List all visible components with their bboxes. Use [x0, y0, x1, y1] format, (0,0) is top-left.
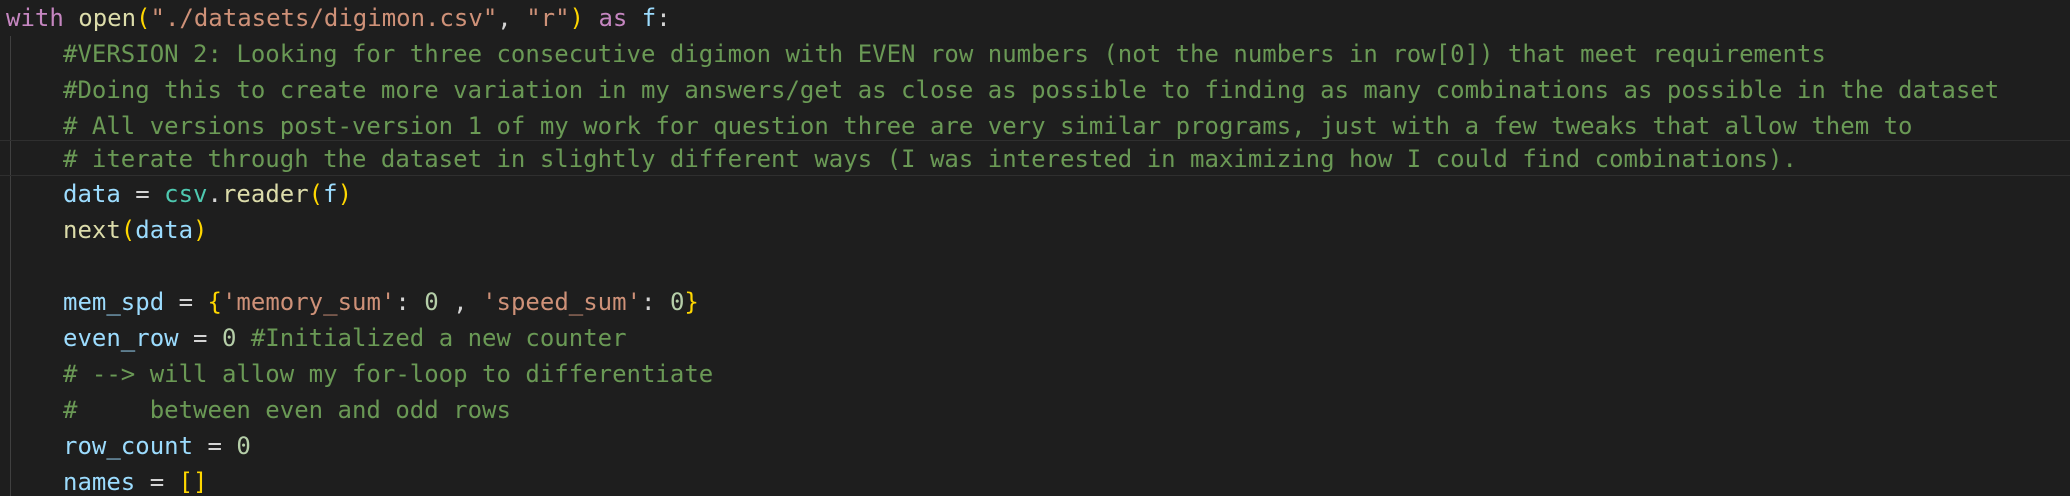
code-line-1[interactable]: with open("./datasets/digimon.csv", "r")… — [0, 0, 2070, 36]
colon: : — [395, 288, 425, 316]
code-line-6-content: data = csv.reader(f) — [63, 176, 352, 212]
comment-all-versions: # All versions post-version 1 of my work… — [63, 112, 1913, 140]
code-line-14[interactable]: names = [] — [0, 464, 2070, 496]
assign-operator: = — [164, 288, 208, 316]
code-line-7-content: next(data) — [63, 212, 208, 248]
paren-open: ( — [120, 216, 136, 244]
number-zero: 0 — [424, 288, 439, 316]
brackets-empty-list: [] — [178, 468, 208, 496]
paren-close: ) — [569, 4, 584, 32]
code-line-9-content: mem_spd = {'memory_sum': 0 , 'speed_sum'… — [63, 284, 699, 320]
code-line-14-content: names = [] — [63, 464, 208, 496]
code-line-2[interactable]: #VERSION 2: Looking for three consecutiv… — [0, 36, 2070, 72]
number-zero: 0 — [236, 432, 251, 460]
comment-iterate: # iterate through the dataset in slightl… — [63, 145, 1797, 173]
brace-close: } — [684, 288, 699, 316]
function-open: open — [78, 4, 137, 32]
code-line-9[interactable]: mem_spd = {'memory_sum': 0 , 'speed_sum'… — [0, 284, 2070, 320]
assign-operator: = — [120, 180, 165, 208]
number-zero: 0 — [221, 324, 237, 352]
variable-names: names — [63, 468, 136, 496]
colon: : — [641, 288, 670, 316]
function-next: next — [63, 216, 121, 244]
code-line-7[interactable]: next(data) — [0, 212, 2070, 248]
code-line-5[interactable]: # iterate through the dataset in slightl… — [0, 140, 2070, 176]
variable-data: data — [135, 216, 194, 244]
comment-differentiate: # --> will allow my for-loop to differen… — [63, 360, 714, 388]
assign-operator: = — [193, 432, 237, 460]
assign-operator: = — [135, 468, 179, 496]
module-csv: csv — [164, 180, 208, 208]
variable-mem-spd: mem_spd — [63, 288, 165, 316]
string-key-speed-sum: 'speed_sum' — [482, 288, 642, 316]
code-line-8-blank[interactable] — [0, 248, 2070, 284]
code-line-10[interactable]: even_row = 0 #Initialized a new counter — [0, 320, 2070, 356]
paren-close: ) — [193, 216, 208, 244]
comma: , — [497, 4, 527, 32]
comment-initialized-counter: #Initialized a new counter — [236, 324, 627, 352]
assign-operator: = — [178, 324, 222, 352]
code-line-13[interactable]: row_count = 0 — [0, 428, 2070, 464]
code-editor[interactable]: with open("./datasets/digimon.csv", "r")… — [0, 0, 2070, 496]
variable-f: f — [641, 4, 657, 32]
comment-variation: #Doing this to create more variation in … — [63, 76, 2000, 104]
paren-close: ) — [337, 180, 353, 208]
code-line-4[interactable]: # All versions post-version 1 of my work… — [0, 108, 2070, 144]
string-key-memory-sum: 'memory_sum' — [221, 288, 396, 316]
keyword-as: as — [584, 4, 642, 32]
string-path: "./datasets/digimon.csv" — [150, 4, 498, 32]
string-mode: "r" — [526, 4, 570, 32]
variable-data: data — [63, 180, 121, 208]
comment-version-2: #VERSION 2: Looking for three consecutiv… — [63, 40, 1826, 68]
brace-open: { — [207, 288, 222, 316]
paren-open: ( — [308, 180, 324, 208]
code-line-10-content: even_row = 0 #Initialized a new counter — [63, 320, 627, 356]
number-zero: 0 — [669, 288, 685, 316]
code-line-12[interactable]: # between even and odd rows — [0, 392, 2070, 428]
code-line-11[interactable]: # --> will allow my for-loop to differen… — [0, 356, 2070, 392]
paren-open: ( — [136, 4, 151, 32]
code-line-1-content: with open("./datasets/digimon.csv", "r")… — [6, 0, 671, 36]
function-reader: reader — [221, 180, 309, 208]
keyword-with: with — [6, 4, 64, 32]
comment-even-odd: # between even and odd rows — [63, 396, 511, 424]
separator: , — [438, 288, 483, 316]
variable-row-count: row_count — [63, 432, 194, 460]
dot: . — [207, 180, 222, 208]
colon: : — [656, 4, 671, 32]
code-line-3[interactable]: #Doing this to create more variation in … — [0, 72, 2070, 108]
variable-even-row: even_row — [63, 324, 179, 352]
code-line-6[interactable]: data = csv.reader(f) — [0, 176, 2070, 212]
code-line-13-content: row_count = 0 — [63, 428, 251, 464]
variable-f: f — [323, 180, 338, 208]
